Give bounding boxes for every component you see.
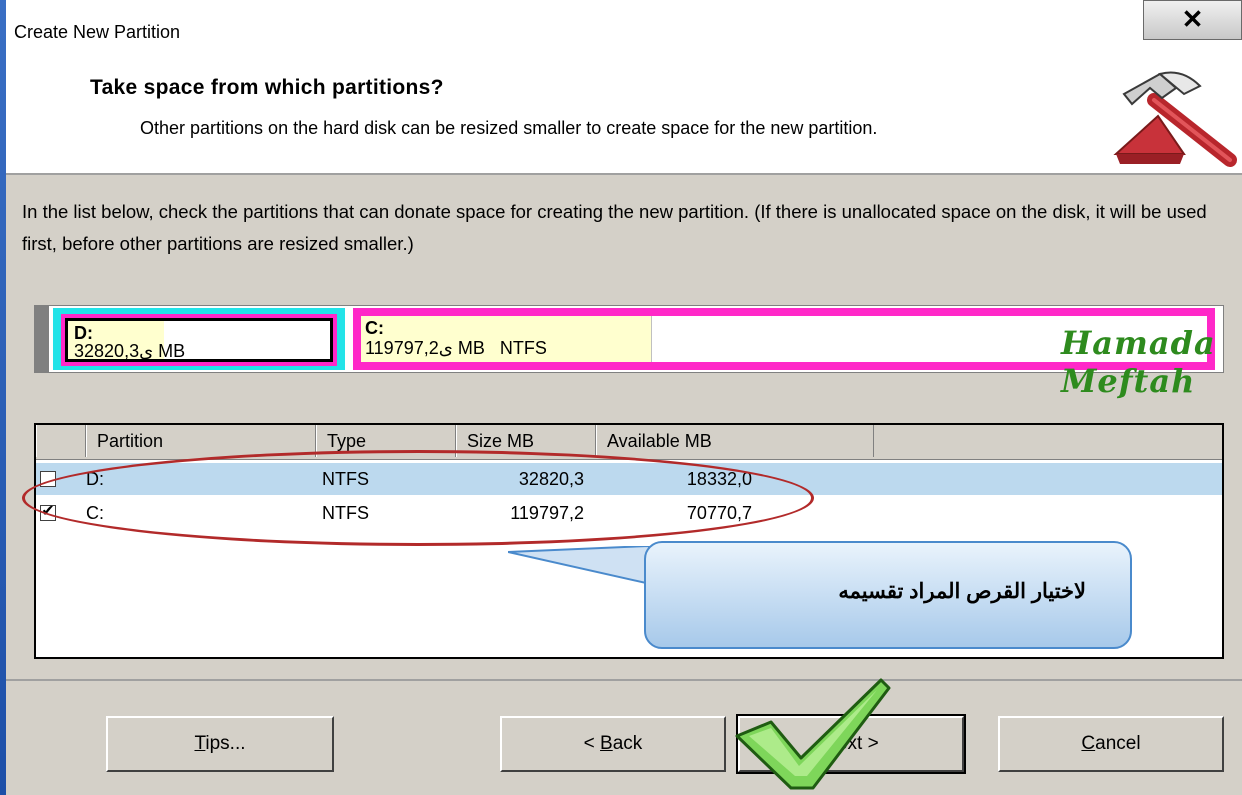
- partition-c-block[interactable]: C: 119ى797,2 MB NTFS Hamada Meftah: [361, 316, 1215, 400]
- annotation-callout: لاختيار القرص المراد تقسيمه: [644, 541, 1132, 649]
- back-label: ack: [612, 733, 643, 754]
- close-button[interactable]: ✕: [1143, 0, 1242, 40]
- instructions-text: In the list below, check the partitions …: [22, 201, 1207, 254]
- title-bar: Create New Partition: [6, 0, 1242, 59]
- hammer-icon: [1113, 71, 1237, 167]
- column-header-available[interactable]: Available MB: [596, 425, 874, 457]
- partition-d-block[interactable]: D: 32ى820,3 MB: [61, 314, 337, 366]
- tips-label: ips...: [205, 733, 246, 754]
- back-hotkey: B: [600, 733, 613, 754]
- partition-c-size: 119ى797,2 MB NTFS: [365, 338, 547, 358]
- tips-button[interactable]: Tips...: [106, 716, 334, 772]
- checkmark-icon: [735, 678, 891, 790]
- cancel-button[interactable]: Cancel: [998, 716, 1224, 772]
- disk-map-edge: [35, 306, 49, 372]
- annotation-ellipse: [22, 450, 814, 546]
- window-title: Create New Partition: [14, 22, 181, 42]
- column-header-check: [36, 425, 86, 457]
- tips-hotkey: T: [194, 733, 206, 754]
- wizard-header: Take space from which partitions? Other …: [6, 58, 1242, 175]
- cancel-hotkey: C: [1081, 733, 1096, 754]
- partition-d-size: 32ى820,3 MB: [74, 341, 186, 361]
- dialog-window: Create New Partition ✕ Take space from w…: [0, 0, 1242, 795]
- list-header: Partition Type Size MB Available MB: [36, 425, 1222, 460]
- page-description: Other partitions on the hard disk can be…: [140, 118, 878, 138]
- partition-c-label: C:: [365, 318, 384, 338]
- page-title: Take space from which partitions?: [90, 76, 444, 99]
- callout-text: لاختيار القرص المراد تقسيمه: [838, 580, 1086, 603]
- disk-map: D: 32ى820,3 MB C: 119ى797,2 MB NTFS Hama…: [34, 305, 1224, 400]
- footer-divider: [6, 679, 1242, 681]
- author-watermark: Hamada Meftah: [1061, 324, 1216, 400]
- cancel-label: ancel: [1095, 733, 1141, 754]
- back-button[interactable]: < Back: [500, 716, 726, 772]
- back-prefix: <: [583, 733, 601, 754]
